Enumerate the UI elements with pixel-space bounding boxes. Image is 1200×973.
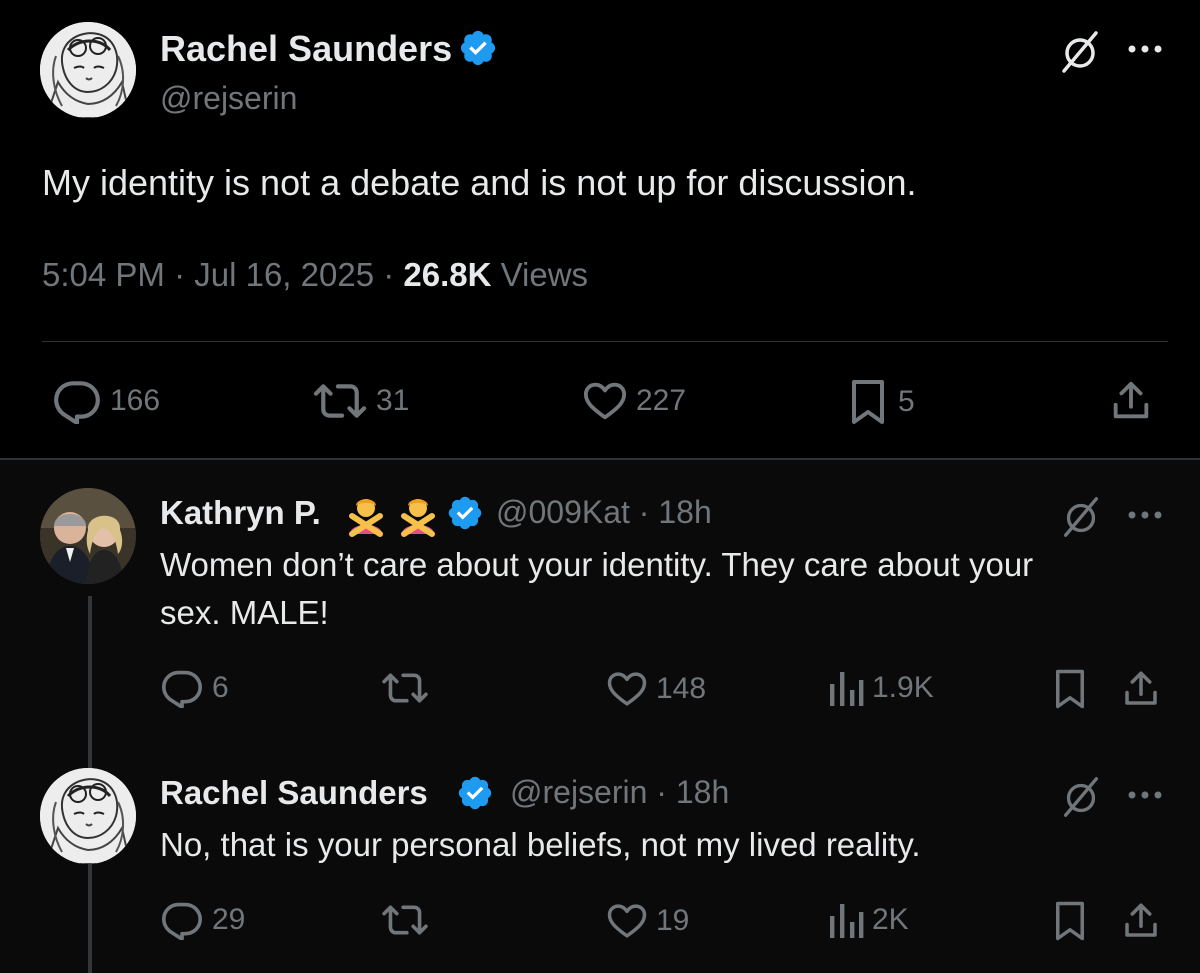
divider xyxy=(42,341,1168,342)
views-button[interactable]: 1.9K xyxy=(828,668,934,708)
like-button[interactable]: 148 xyxy=(606,668,706,710)
verified-badge-icon xyxy=(448,496,482,530)
avatar[interactable] xyxy=(40,488,136,584)
post-meta: 5:04 PM · Jul 16, 2025 · 26.8K Views xyxy=(42,256,588,294)
repost-icon xyxy=(380,900,430,940)
reply-icon xyxy=(160,668,204,708)
repost-icon xyxy=(312,378,368,424)
views-count: 1.9K xyxy=(872,671,934,704)
repost-count: 31 xyxy=(376,384,410,417)
repost-icon xyxy=(380,668,430,708)
author-name[interactable]: Rachel Saunders xyxy=(160,774,428,812)
repost-button[interactable] xyxy=(380,668,430,708)
heart-icon xyxy=(606,900,648,942)
bookmark-count: 5 xyxy=(898,385,915,418)
share-button[interactable] xyxy=(1120,668,1162,710)
bookmark-button[interactable]: 5 xyxy=(846,378,915,426)
share-icon xyxy=(1120,900,1162,942)
like-count: 227 xyxy=(636,384,687,417)
separator: · xyxy=(374,256,404,293)
reply-count: 6 xyxy=(212,671,229,704)
heart-icon xyxy=(606,668,648,710)
reply-button[interactable]: 29 xyxy=(160,900,245,940)
post-time[interactable]: 5:04 PM xyxy=(42,256,165,293)
bookmark-icon xyxy=(1052,900,1088,942)
views-count: 2K xyxy=(872,903,909,936)
bookmark-button[interactable] xyxy=(1052,668,1088,710)
grok-icon[interactable] xyxy=(1058,494,1104,545)
share-button[interactable] xyxy=(1120,900,1162,942)
share-icon xyxy=(1120,668,1162,710)
author-name[interactable]: Kathryn P. xyxy=(160,494,321,532)
share-icon xyxy=(1108,378,1154,424)
author-handle-time[interactable]: @009Kat · 18h xyxy=(496,494,712,531)
avatar[interactable] xyxy=(40,22,136,118)
views-count: 26.8K xyxy=(403,256,492,293)
reply-icon xyxy=(52,378,102,424)
repost-button[interactable] xyxy=(380,900,430,940)
verified-badge-icon xyxy=(458,776,492,810)
views-button[interactable]: 2K xyxy=(828,900,909,940)
bookmark-button[interactable] xyxy=(1052,900,1088,942)
person-gesturing-no-emoji xyxy=(344,494,388,538)
author-name[interactable]: Rachel Saunders xyxy=(160,28,452,70)
heart-icon xyxy=(582,378,628,424)
reply-text: No, that is your personal beliefs, not m… xyxy=(160,826,921,863)
separator: · xyxy=(164,256,195,293)
main-post: Rachel Saunders @rejserin My identity is… xyxy=(0,0,1200,460)
person-gesturing-no-emoji xyxy=(396,494,440,538)
views-label: Views xyxy=(491,256,589,293)
like-button[interactable]: 19 xyxy=(606,900,689,942)
reply-icon xyxy=(160,900,204,940)
avatar[interactable] xyxy=(40,768,136,864)
post-text: My identity is not a debate and is not u… xyxy=(42,162,917,203)
reply-button[interactable]: 6 xyxy=(160,668,229,708)
reply-text-line: sex. MALE! xyxy=(160,594,329,631)
post-date[interactable]: Jul 16, 2025 xyxy=(194,256,374,293)
more-options-icon[interactable] xyxy=(1126,508,1166,526)
analytics-icon xyxy=(828,668,864,708)
share-button[interactable] xyxy=(1108,378,1154,424)
analytics-icon xyxy=(828,900,864,940)
reply-button[interactable]: 166 xyxy=(52,378,160,424)
more-options-icon[interactable] xyxy=(1126,788,1166,806)
repost-button[interactable]: 31 xyxy=(312,378,409,424)
reply-count: 166 xyxy=(110,384,161,417)
reply-text-line: Women don’t care about your identity. Th… xyxy=(160,546,1034,583)
author-handle[interactable]: @rejserin xyxy=(160,80,297,117)
bookmark-icon xyxy=(846,378,890,426)
replies-section: Kathryn P. @009Kat · 18h Women don’t car… xyxy=(0,460,1200,973)
bookmark-icon xyxy=(1052,668,1088,710)
grok-icon[interactable] xyxy=(1058,774,1104,825)
like-count: 19 xyxy=(656,904,690,937)
reply-count: 29 xyxy=(212,903,246,936)
thread-line xyxy=(88,876,92,973)
like-button[interactable]: 227 xyxy=(582,378,686,424)
grok-icon[interactable] xyxy=(1056,28,1104,81)
more-options-icon[interactable] xyxy=(1126,42,1166,60)
verified-badge-icon xyxy=(460,30,496,66)
like-count: 148 xyxy=(656,672,707,705)
author-handle-time[interactable]: @rejserin · 18h xyxy=(510,774,729,811)
